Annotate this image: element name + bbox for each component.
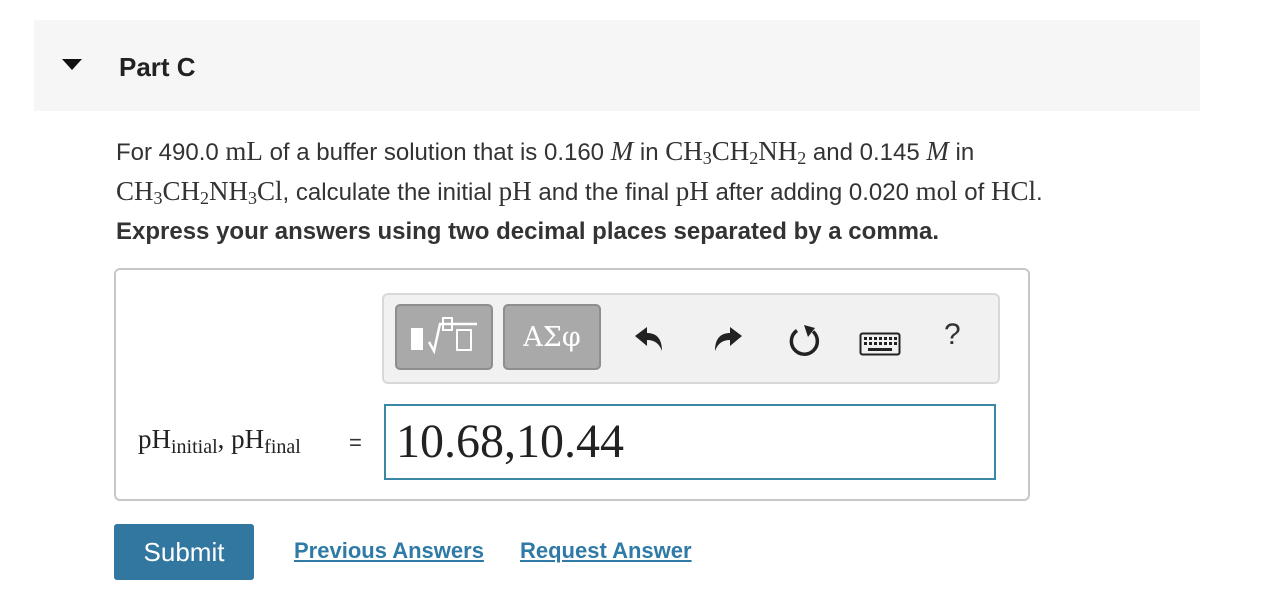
answer-input[interactable]: 10.68,10.44 (384, 404, 996, 480)
ph-symbol: pH (498, 176, 532, 206)
answer-label: pHinitial, pHfinal (138, 424, 301, 459)
formula-ethylamine: CH3CH2NH2 (665, 136, 807, 168)
molarity-symbol: M (610, 136, 634, 166)
request-answer-link[interactable]: Request Answer (520, 538, 692, 564)
reset-icon[interactable] (786, 324, 822, 358)
collapse-triangle-icon[interactable] (62, 59, 82, 70)
problem-text: of a buffer solution that is 0.160 (262, 139, 611, 166)
ph-label: pH (231, 424, 265, 454)
formula-ethylammonium-chloride: CH3CH2NH3Cl (116, 176, 283, 208)
problem-text: in (633, 139, 666, 166)
submit-button[interactable]: Submit (114, 524, 254, 580)
label-separator: , (217, 424, 232, 454)
redo-icon[interactable] (710, 324, 744, 354)
keyboard-icon[interactable] (859, 332, 901, 356)
problem-statement: For 490.0 mL of a buffer solution that i… (116, 135, 1216, 215)
final-subscript: final (264, 436, 301, 458)
problem-text: after adding 0.020 (708, 179, 916, 206)
part-header[interactable] (34, 20, 1200, 111)
initial-subscript: initial (171, 436, 218, 458)
problem-text: and 0.145 (806, 139, 927, 166)
problem-text: For 490.0 (116, 139, 226, 166)
unit-mol: mol (915, 176, 958, 206)
problem-text: , calculate the initial (282, 179, 499, 206)
answer-instruction: Express your answers using two decimal p… (116, 218, 940, 245)
problem-text: in (948, 139, 975, 166)
formula-hcl: HCl (990, 176, 1036, 206)
part-title: Part C (119, 52, 196, 82)
equals-sign: = (349, 430, 362, 455)
help-icon[interactable]: ? (944, 318, 961, 352)
problem-text: . (1036, 179, 1043, 206)
ph-label: pH (138, 424, 171, 454)
templates-button[interactable] (395, 304, 493, 370)
unit-ml: mL (225, 136, 263, 166)
symbols-button[interactable]: ΑΣφ (503, 304, 601, 370)
problem-text: of (957, 179, 991, 206)
answer-value: 10.68,10.44 (396, 415, 624, 468)
problem-text: and the final (531, 179, 676, 206)
ph-symbol: pH (675, 176, 709, 206)
molarity-symbol: M (926, 136, 949, 166)
problem-line-2: CH3CH2NH3Cl, calculate the initial pH an… (116, 175, 1216, 215)
templates-icon (411, 317, 477, 355)
undo-icon[interactable] (633, 324, 667, 354)
symbols-label: ΑΣφ (523, 321, 581, 353)
problem-line-1: For 490.0 mL of a buffer solution that i… (116, 135, 1216, 175)
previous-answers-link[interactable]: Previous Answers (294, 538, 484, 564)
